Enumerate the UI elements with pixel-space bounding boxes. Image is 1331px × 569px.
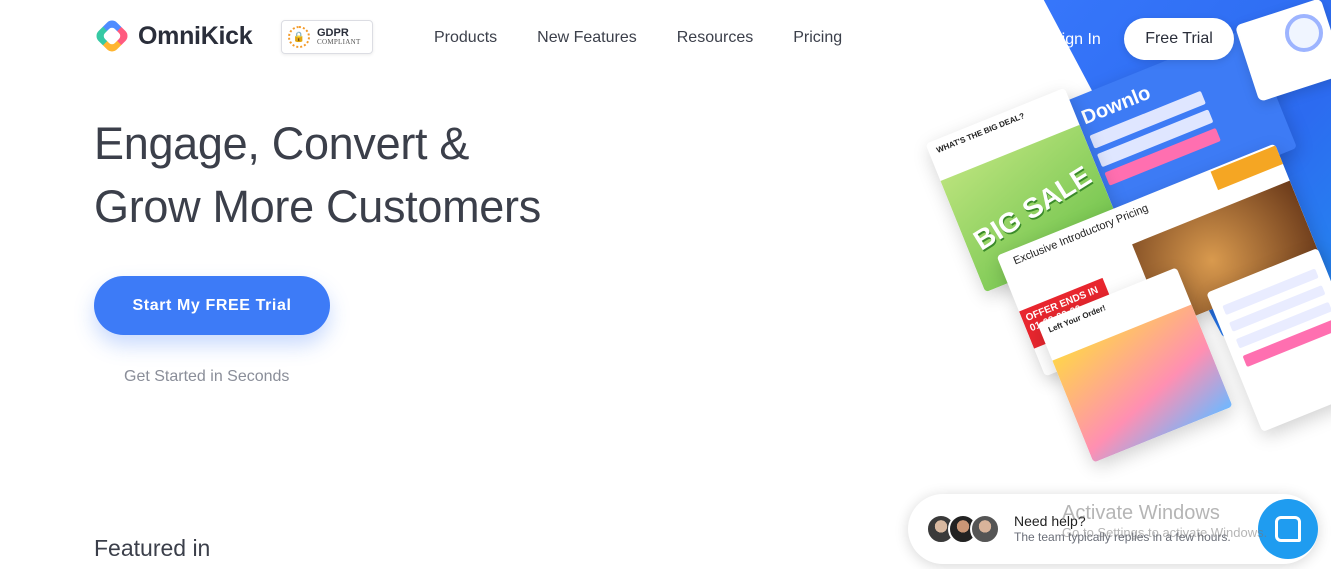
gdpr-badge: 🔒 GDPR COMPLIANT <box>281 20 373 54</box>
omnikick-logo-icon <box>93 17 131 55</box>
hero-illustration: Downlo WHAT'S THE BIG DEAL? BIG SALE Exc… <box>900 0 1331 569</box>
chat-launcher-button[interactable] <box>1258 499 1318 559</box>
start-free-trial-button[interactable]: Start My FREE Trial <box>94 276 330 335</box>
avatar <box>970 514 1000 544</box>
nav-resources[interactable]: Resources <box>677 29 753 47</box>
chat-bubble-icon <box>1275 516 1301 542</box>
brand-logo[interactable]: OmniKick <box>93 17 253 55</box>
chat-widget[interactable]: Need help? The team typically replies in… <box>908 494 1318 564</box>
featured-in-heading: Featured in <box>94 535 211 561</box>
chat-subtitle: The team typically replies in a few hour… <box>1014 530 1231 545</box>
nav-new-features[interactable]: New Features <box>537 29 637 47</box>
nav-pricing[interactable]: Pricing <box>793 29 842 47</box>
free-trial-button[interactable]: Free Trial <box>1124 18 1234 60</box>
hero-title-line-1: Engage, Convert & <box>94 118 470 169</box>
brand-name: OmniKick <box>138 21 253 50</box>
lock-icon: 🔒 <box>288 26 310 48</box>
nav-products[interactable]: Products <box>434 29 497 47</box>
hero-title-line-2: Grow More Customers <box>94 181 541 232</box>
cta-subtext: Get Started in Seconds <box>124 368 290 385</box>
gdpr-subtitle: COMPLIANT <box>317 38 361 46</box>
magnifier-icon <box>1285 14 1323 52</box>
support-avatars <box>926 514 1000 544</box>
chat-title: Need help? <box>1014 513 1086 530</box>
sign-in-link[interactable]: Sign In <box>1051 31 1101 49</box>
main-nav: Products New Features Resources Pricing <box>434 29 842 47</box>
hero-title: Engage, Convert & Grow More Customers <box>94 112 541 238</box>
